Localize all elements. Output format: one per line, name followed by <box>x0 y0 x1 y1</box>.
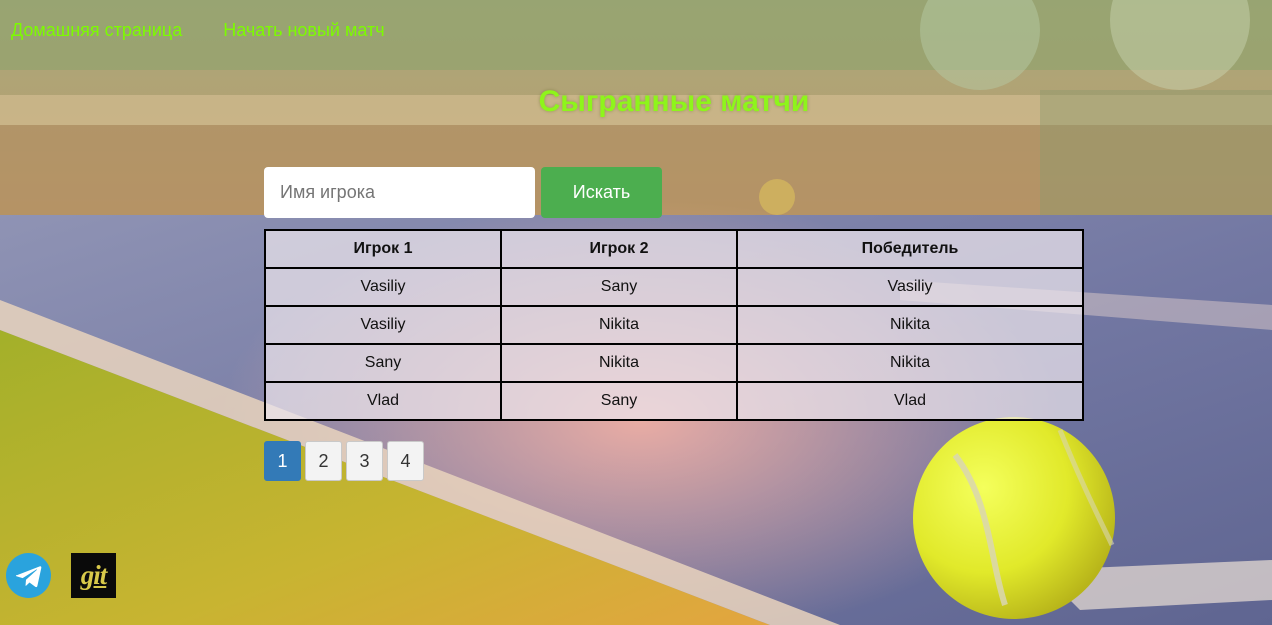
cell-player-2: Nikita <box>500 343 738 383</box>
cell-player-1: Sany <box>264 343 502 383</box>
matches-table: Игрок 1 Игрок 2 Победитель Vasiliy Sany … <box>264 229 1084 421</box>
table-header-row: Игрок 1 Игрок 2 Победитель <box>264 229 1084 269</box>
paper-plane-icon <box>15 565 41 587</box>
column-header-winner: Победитель <box>736 229 1084 269</box>
player-name-input[interactable] <box>264 167 535 218</box>
cell-winner: Vasiliy <box>736 267 1084 307</box>
social-links: git <box>6 553 116 598</box>
column-header-player-2: Игрок 2 <box>500 229 738 269</box>
cell-player-2: Nikita <box>500 305 738 345</box>
page: Домашняя страница Начать новый матч Сыгр… <box>0 0 1272 625</box>
cell-player-1: Vasiliy <box>264 267 502 307</box>
cell-player-1: Vasiliy <box>264 305 502 345</box>
cell-player-2: Sany <box>500 267 738 307</box>
table-row: Sany Nikita Nikita <box>264 343 1084 383</box>
pagination: 1 2 3 4 <box>264 441 424 481</box>
page-title: Сыгранные матчи <box>538 85 810 118</box>
player-search-form: Искать <box>264 167 662 218</box>
cell-winner: Nikita <box>736 343 1084 383</box>
nav-link-new-match[interactable]: Начать новый матч <box>223 20 384 41</box>
cell-player-1: Vlad <box>264 381 502 421</box>
table-row: Vasiliy Sany Vasiliy <box>264 267 1084 307</box>
page-button-2[interactable]: 2 <box>305 441 342 481</box>
cell-winner: Vlad <box>736 381 1084 421</box>
search-button[interactable]: Искать <box>541 167 662 218</box>
cell-winner: Nikita <box>736 305 1084 345</box>
page-button-4[interactable]: 4 <box>387 441 424 481</box>
table-row: Vasiliy Nikita Nikita <box>264 305 1084 345</box>
cell-player-2: Sany <box>500 381 738 421</box>
page-button-3[interactable]: 3 <box>346 441 383 481</box>
page-button-1[interactable]: 1 <box>264 441 301 481</box>
column-header-player-1: Игрок 1 <box>264 229 502 269</box>
git-icon[interactable]: git <box>71 553 116 598</box>
table-row: Vlad Sany Vlad <box>264 381 1084 421</box>
telegram-icon[interactable] <box>6 553 51 598</box>
top-nav: Домашняя страница Начать новый матч <box>11 20 385 41</box>
nav-link-home[interactable]: Домашняя страница <box>11 20 182 41</box>
